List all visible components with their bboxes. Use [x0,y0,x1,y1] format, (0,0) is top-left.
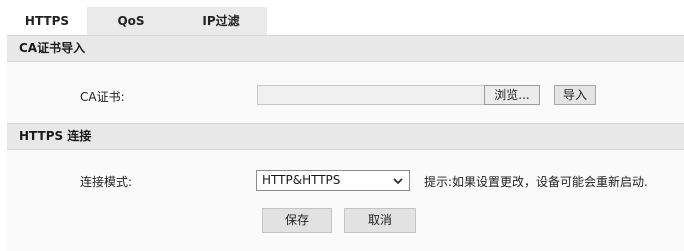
tab-bar: HTTPS QoS IP过滤 [7,7,267,35]
browse-button[interactable]: 浏览... [484,85,540,105]
save-button[interactable]: 保存 [262,208,332,233]
connection-mode-label: 连接模式: [80,175,133,189]
ca-import-section-header: CA证书导入 [7,35,684,62]
chevron-down-icon [393,178,403,185]
restart-hint-text: 提示:如果设置更改，设备可能会重新启动. [424,175,648,189]
cancel-button[interactable]: 取消 [344,208,416,233]
tab-ip-filter[interactable]: IP过滤 [175,7,267,35]
https-connection-section-header: HTTPS 连接 [7,123,684,150]
tab-qos[interactable]: QoS [87,7,175,35]
ca-cert-label: CA证书: [80,90,125,104]
connection-mode-value: HTTP&HTTPS [262,173,341,187]
tab-https[interactable]: HTTPS [7,7,87,35]
import-button[interactable]: 导入 [554,85,596,105]
connection-mode-select[interactable]: HTTP&HTTPS [256,170,410,191]
